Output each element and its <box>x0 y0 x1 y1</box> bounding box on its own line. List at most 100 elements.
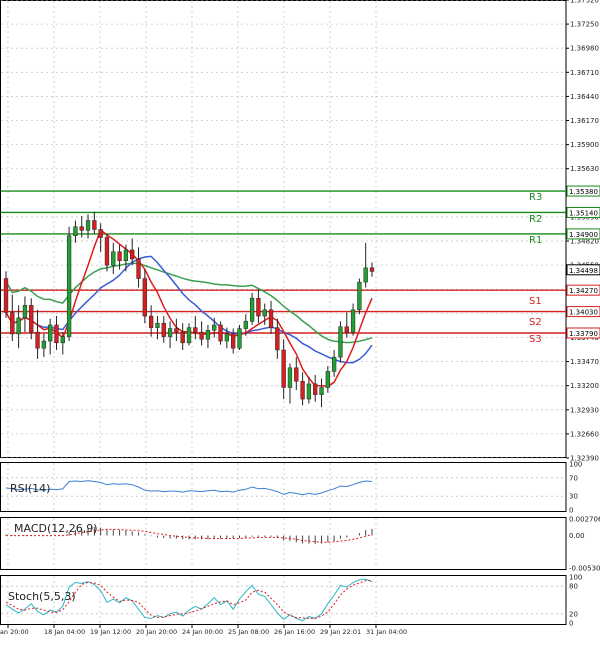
time-axis-label: 25 Jan 08:00 <box>228 628 269 636</box>
ma-mid-line <box>5 255 373 364</box>
candle-body <box>294 367 299 382</box>
candle-body <box>369 267 375 272</box>
candle-body <box>212 324 217 331</box>
time-axis-label: 20 Jan 20:00 <box>136 628 177 636</box>
candle-body <box>111 251 116 266</box>
stoch-label: Stoch(5,5,3) <box>8 590 76 603</box>
level-name-S3: S3 <box>529 334 542 345</box>
macd-tick-label: 0.00 <box>569 532 585 540</box>
candle-body <box>35 331 40 349</box>
time-axis-label: 29 Jan 22:01 <box>320 628 361 636</box>
candle-body <box>350 309 356 333</box>
price-tick-label: 1.37520 <box>570 0 599 5</box>
price-tick-label: 1.36710 <box>570 69 599 77</box>
candle-body <box>155 322 160 328</box>
candle-body <box>325 371 330 388</box>
candle-body <box>41 340 47 349</box>
time-axis-label: Jan 20:00 <box>0 628 29 636</box>
level-price-label: 1.35380 <box>569 188 598 196</box>
level-price-label: 1.34270 <box>569 287 598 295</box>
price-tick-label: 1.32930 <box>570 406 599 414</box>
price-tick-label: 1.33200 <box>570 382 599 390</box>
stoch-tick-label: 0 <box>569 620 573 628</box>
time-axis-label: 31 Jan 04:00 <box>366 628 407 636</box>
candle-body <box>92 220 97 230</box>
chart-svg: 1.37520 1.37250 1.36980 1.36710 1.36440 1.361… <box>0 0 600 636</box>
level-price-label: 1.35140 <box>569 209 598 217</box>
candle-body <box>98 229 103 238</box>
candle-body <box>313 383 318 395</box>
time-axis-label: 19 Jan 12:00 <box>90 628 131 636</box>
rsi-label: RSI(14) <box>10 482 50 495</box>
candle-body <box>79 226 84 231</box>
current-price-label: 1.34498 <box>569 267 598 275</box>
stoch-tick-label: 100 <box>569 574 582 582</box>
time-axis-label: 26 Jan 16:00 <box>274 628 315 636</box>
trading-chart: 1.37520 1.37250 1.36980 1.36710 1.36440 1.361… <box>0 0 600 641</box>
candle-body <box>319 387 324 395</box>
candle-body <box>268 309 274 328</box>
price-tick-label: 1.36440 <box>570 93 599 101</box>
candle-body <box>275 327 280 351</box>
macd-label: MACD(12,26,9) <box>14 522 98 535</box>
candle-body <box>344 326 349 333</box>
candle-body <box>243 321 248 329</box>
candle-body <box>287 367 293 388</box>
price-tick-label: 1.36980 <box>570 45 599 53</box>
candle-body <box>60 336 65 344</box>
level-name-R2: R2 <box>529 214 542 225</box>
candle-body <box>29 305 34 333</box>
macd-tick-label: -0.005302 <box>569 565 600 573</box>
candle-body <box>281 349 286 388</box>
time-axis-label: 18 Jan 04:00 <box>44 628 85 636</box>
candle-body <box>148 315 154 328</box>
level-price-label: 1.33790 <box>569 330 598 338</box>
candle-body <box>199 331 204 340</box>
candle-body <box>186 327 192 344</box>
candle-body <box>338 326 343 358</box>
level-name-S1: S1 <box>529 296 542 307</box>
candle-body <box>363 267 368 283</box>
price-tick-label: 1.37250 <box>570 21 599 29</box>
price-tick-label: 1.35630 <box>570 165 599 173</box>
stoch-tick-label: 20 <box>569 610 578 618</box>
candle-body <box>22 305 28 319</box>
candle-body <box>48 324 53 342</box>
price-tick-label: 1.33470 <box>570 358 599 366</box>
time-axis-label: 24 Jan 00:00 <box>182 628 223 636</box>
price-tick-label: 1.35900 <box>570 141 599 149</box>
candle-body <box>256 297 261 317</box>
price-tick-label: 1.36170 <box>570 117 599 125</box>
candle-body <box>306 383 312 400</box>
price-tick-label: 1.32660 <box>570 430 599 438</box>
candle-body <box>161 322 166 337</box>
candle-body <box>130 249 135 260</box>
rsi-tick-label: 100 <box>569 461 582 469</box>
candle-body <box>218 324 223 342</box>
candle-body <box>205 330 211 340</box>
candle-body <box>174 328 179 333</box>
candle-body <box>142 278 147 317</box>
candle-body <box>167 328 173 337</box>
candle-body <box>104 237 110 266</box>
rsi-tick-label: 0 <box>569 507 573 515</box>
candle-body <box>237 328 242 349</box>
candle-body <box>16 317 21 335</box>
candle-body <box>3 278 9 313</box>
candle-body <box>224 333 230 342</box>
level-name-R3: R3 <box>529 192 542 203</box>
candle-body <box>123 249 129 261</box>
macd-tick-label: 0.002706 <box>569 516 600 524</box>
stoch-tick-label: 80 <box>569 583 578 591</box>
candle-body <box>357 281 362 311</box>
candle-body <box>66 235 72 337</box>
ma-fast-line <box>5 228 373 388</box>
level-name-R1: R1 <box>529 235 542 246</box>
candle-body <box>54 324 59 344</box>
candle-body <box>193 327 198 333</box>
level-price-label: 1.34030 <box>569 309 598 317</box>
rsi-tick-label: 70 <box>569 474 578 482</box>
candle-body <box>180 331 185 344</box>
candle-body <box>331 356 337 372</box>
level-price-label: 1.34900 <box>569 231 598 239</box>
